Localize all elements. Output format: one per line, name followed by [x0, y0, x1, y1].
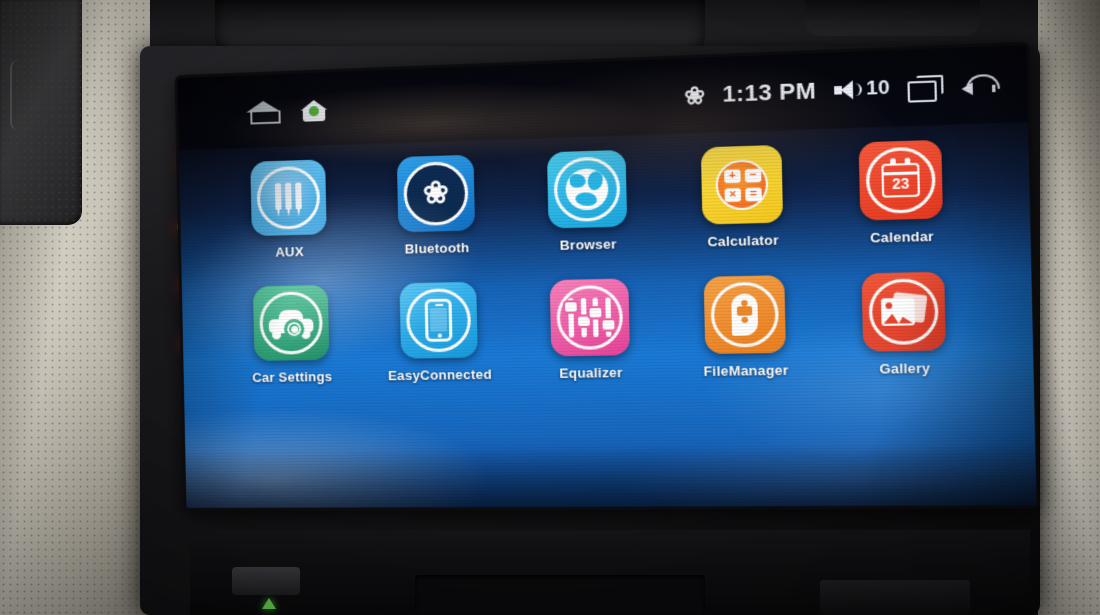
app-aux[interactable]: AUX [241, 159, 336, 260]
calendar-day-label: 23 [891, 174, 910, 193]
app-tile: + − × = [700, 144, 784, 225]
app-tile [252, 284, 330, 361]
app-label: Bluetooth [404, 239, 470, 257]
app-label: FileManager [703, 362, 789, 380]
app-filemanager[interactable]: FileManager [694, 275, 796, 379]
volume-icon [833, 80, 862, 100]
bluetooth-status: ❀ [684, 81, 705, 110]
app-browser[interactable]: Browser [537, 149, 637, 254]
clock-label: 1:13 PM [722, 77, 817, 108]
app-label: Browser [559, 236, 617, 254]
app-tile [399, 281, 478, 359]
volume-status[interactable]: 10 [833, 76, 890, 102]
recent-apps-button[interactable] [907, 74, 944, 103]
browser-globe-icon [553, 156, 621, 223]
calendar-icon: 23 [865, 146, 937, 215]
file-manager-icon [710, 281, 780, 348]
back-button[interactable] [961, 72, 1000, 99]
app-row-2: Car Settings EasyConnected Equalizer Fil… [228, 270, 1011, 385]
dashboard-vent-secondary [805, 0, 980, 36]
screen-reflection [184, 404, 493, 509]
app-label: Car Settings [252, 368, 333, 386]
app-calculator[interactable]: + − × = Calculator [691, 144, 793, 250]
app-label: EasyConnected [387, 366, 493, 384]
app-grid: AUX ❀ Bluetooth Browser + − × = Calculat… [225, 138, 1011, 386]
home-nav-row [245, 97, 328, 126]
app-tile [703, 275, 786, 355]
volume-level-label: 10 [865, 76, 890, 100]
touchscreen[interactable]: ❀ 1:13 PM 10 AUX ❀ Bluetooth Browser + −… [177, 44, 1037, 509]
gallery-icon [868, 278, 940, 346]
calculator-icon: + − × = [715, 158, 769, 211]
app-label: Equalizer [559, 364, 623, 382]
screen-bottom-shadow [185, 443, 1037, 509]
screenshot-stage: ⏻ ➥ 🔊 🔊 ❀ 1:13 PM 10 [0, 0, 1100, 615]
right-trim-panel [1038, 0, 1100, 615]
clock: 1:13 PM [722, 77, 817, 108]
app-label: Gallery [879, 360, 931, 377]
head-unit-bottom-right-button[interactable] [820, 580, 970, 615]
left-trim-panel [0, 0, 150, 615]
head-unit-bottom-left-button[interactable] [232, 567, 300, 595]
app-tile [250, 159, 327, 237]
car-settings-icon [259, 291, 324, 355]
app-tile [549, 278, 630, 357]
screen-reflection [628, 429, 1037, 509]
launcher-screen: ❀ 1:13 PM 10 AUX ❀ Bluetooth Browser + −… [177, 44, 1037, 509]
app-equalizer[interactable]: Equalizer [540, 278, 640, 381]
aux-icon [256, 165, 321, 231]
phone-icon [405, 287, 472, 353]
bluetooth-icon: ❀ [403, 161, 469, 227]
home-outline-icon[interactable] [245, 100, 281, 125]
green-triangle-indicator [262, 598, 276, 609]
app-easyconnected[interactable]: EasyConnected [388, 281, 492, 383]
recent-apps-icon [907, 74, 944, 103]
app-label: Calculator [707, 232, 780, 250]
app-calendar[interactable]: 23 Calendar [849, 139, 954, 246]
app-tile [546, 149, 628, 229]
app-bluetooth[interactable]: ❀ Bluetooth [388, 154, 485, 257]
back-arrow-icon [961, 72, 1000, 99]
app-label: AUX [275, 243, 304, 260]
equalizer-icon [556, 284, 624, 351]
head-unit-disc-slot [415, 575, 705, 615]
bluetooth-icon: ❀ [683, 81, 706, 109]
left-door-panel [0, 0, 82, 225]
home-green-icon[interactable] [300, 97, 328, 124]
app-gallery[interactable]: Gallery [851, 271, 956, 377]
app-tile [861, 271, 946, 352]
app-row-1: AUX ❀ Bluetooth Browser + − × = Calculat… [225, 138, 1008, 261]
app-label: Calendar [869, 228, 935, 246]
app-tile: 23 [858, 139, 943, 221]
app-tile: ❀ [396, 154, 476, 233]
app-car-settings[interactable]: Car Settings [244, 284, 339, 386]
